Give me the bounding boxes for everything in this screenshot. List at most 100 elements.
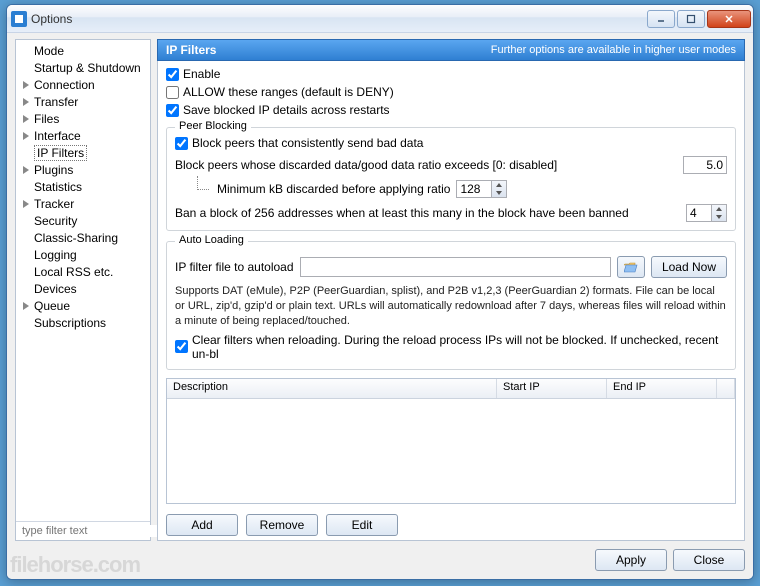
block-bad-row[interactable]: Block peers that consistently send bad d… [175,136,727,150]
ban-block-label: Ban a block of 256 addresses when at lea… [175,206,629,220]
peer-blocking-group: Peer Blocking Block peers that consisten… [166,127,736,231]
edit-button[interactable]: Edit [326,514,398,536]
window-title: Options [31,12,647,26]
sidebar-item-logging[interactable]: Logging [16,246,150,263]
sidebar-item-transfer[interactable]: Transfer [16,93,150,110]
panel-body: Enable ALLOW these ranges (default is DE… [157,61,745,541]
min-kb-input[interactable] [457,181,491,197]
expander-icon[interactable] [20,96,32,108]
allow-label: ALLOW these ranges (default is DENY) [183,85,394,99]
sidebar-item-label: Security [34,214,77,228]
titlebar[interactable]: Options [7,5,753,33]
sidebar-item-files[interactable]: Files [16,110,150,127]
sidebar-item-label: Subscriptions [34,316,106,330]
apply-button[interactable]: Apply [595,549,667,571]
sidebar-item-label: Classic-Sharing [34,231,118,245]
sidebar-item-statistics[interactable]: Statistics [16,178,150,195]
maximize-button[interactable] [677,10,705,28]
add-button[interactable]: Add [166,514,238,536]
min-kb-spinner[interactable] [456,180,507,198]
sidebar: Mode Startup & Shutdown Connection Transfer… [15,39,151,541]
sidebar-item-tracker[interactable]: Tracker [16,195,150,212]
sidebar-item-startup-shutdown[interactable]: Startup & Shutdown [16,59,150,76]
save-label: Save blocked IP details across restarts [183,103,390,117]
enable-row[interactable]: Enable [166,67,736,81]
spinner-arrows[interactable] [491,181,506,197]
minimize-button[interactable] [647,10,675,28]
sidebar-item-classic-sharing[interactable]: Classic-Sharing [16,229,150,246]
block-bad-label: Block peers that consistently send bad d… [192,136,423,150]
ratio-input[interactable] [683,156,727,174]
block-bad-checkbox[interactable] [175,137,188,150]
save-row[interactable]: Save blocked IP details across restarts [166,103,736,117]
close-button[interactable] [707,10,751,28]
panel-title: IP Filters [166,43,216,57]
filter-box: ✕ [16,521,150,540]
expander-icon[interactable] [20,300,32,312]
expander-icon[interactable] [20,113,32,125]
sidebar-item-label: Connection [34,78,95,92]
autoload-file-label: IP filter file to autoload [175,260,294,274]
sidebar-item-label: Transfer [34,95,78,109]
save-checkbox[interactable] [166,104,179,117]
table-body[interactable] [167,399,735,503]
col-description[interactable]: Description [167,379,497,398]
sidebar-item-label: Statistics [34,180,82,194]
options-window: Options Mode Startup & Shutdown Connection… [6,4,754,580]
expander-icon[interactable] [20,130,32,142]
ip-ranges-table[interactable]: Description Start IP End IP [166,378,736,504]
sidebar-item-local-rss-etc-[interactable]: Local RSS etc. [16,263,150,280]
col-start-ip[interactable]: Start IP [497,379,607,398]
expander-icon[interactable] [20,79,32,91]
tree-connector-icon [193,182,211,196]
panel-header: IP Filters Further options are available… [157,39,745,61]
spinner-arrows[interactable] [711,205,726,221]
close-dialog-button[interactable]: Close [673,549,745,571]
sidebar-item-label: Startup & Shutdown [34,61,141,75]
auto-loading-legend: Auto Loading [175,234,248,246]
peer-blocking-legend: Peer Blocking [175,120,251,132]
enable-checkbox[interactable] [166,68,179,81]
filter-input[interactable] [22,525,164,537]
ban-block-spinner[interactable] [686,204,727,222]
sidebar-item-label: Logging [34,248,77,262]
ratio-label: Block peers whose discarded data/good da… [175,158,557,172]
allow-checkbox[interactable] [166,86,179,99]
sidebar-item-label: Plugins [34,163,73,177]
sidebar-item-label: Mode [34,44,64,58]
sidebar-item-queue[interactable]: Queue [16,297,150,314]
sidebar-item-subscriptions[interactable]: Subscriptions [16,314,150,331]
app-icon [11,11,27,27]
expander-icon[interactable] [20,198,32,210]
browse-button[interactable] [617,256,645,278]
sidebar-item-label: Interface [34,129,81,143]
options-tree[interactable]: Mode Startup & Shutdown Connection Transfer… [16,40,150,521]
col-padding [717,379,735,398]
ban-block-input[interactable] [687,205,711,221]
expander-icon[interactable] [20,164,32,176]
load-now-button[interactable]: Load Now [651,256,727,278]
sidebar-item-ip-filters[interactable]: IP Filters [16,144,150,161]
clear-filters-label: Clear filters when reloading. During the… [192,333,727,361]
clear-filters-row[interactable]: Clear filters when reloading. During the… [175,333,727,361]
sidebar-item-connection[interactable]: Connection [16,76,150,93]
sidebar-item-security[interactable]: Security [16,212,150,229]
sidebar-item-plugins[interactable]: Plugins [16,161,150,178]
sidebar-item-mode[interactable]: Mode [16,42,150,59]
main-panel: IP Filters Further options are available… [157,39,745,541]
sidebar-item-label: Tracker [34,197,74,211]
sidebar-item-interface[interactable]: Interface [16,127,150,144]
sidebar-item-label: Files [34,112,59,126]
client-area: Mode Startup & Shutdown Connection Transfer… [7,33,753,579]
remove-button[interactable]: Remove [246,514,318,536]
sidebar-item-label: Local RSS etc. [34,265,113,279]
sidebar-item-devices[interactable]: Devices [16,280,150,297]
sidebar-item-label: Queue [34,299,70,313]
allow-row[interactable]: ALLOW these ranges (default is DENY) [166,85,736,99]
folder-open-icon [624,261,638,273]
clear-filters-checkbox[interactable] [175,340,188,353]
table-header[interactable]: Description Start IP End IP [167,379,735,399]
col-end-ip[interactable]: End IP [607,379,717,398]
dialog-footer: Apply Close [15,541,745,571]
autoload-file-input[interactable] [300,257,611,277]
